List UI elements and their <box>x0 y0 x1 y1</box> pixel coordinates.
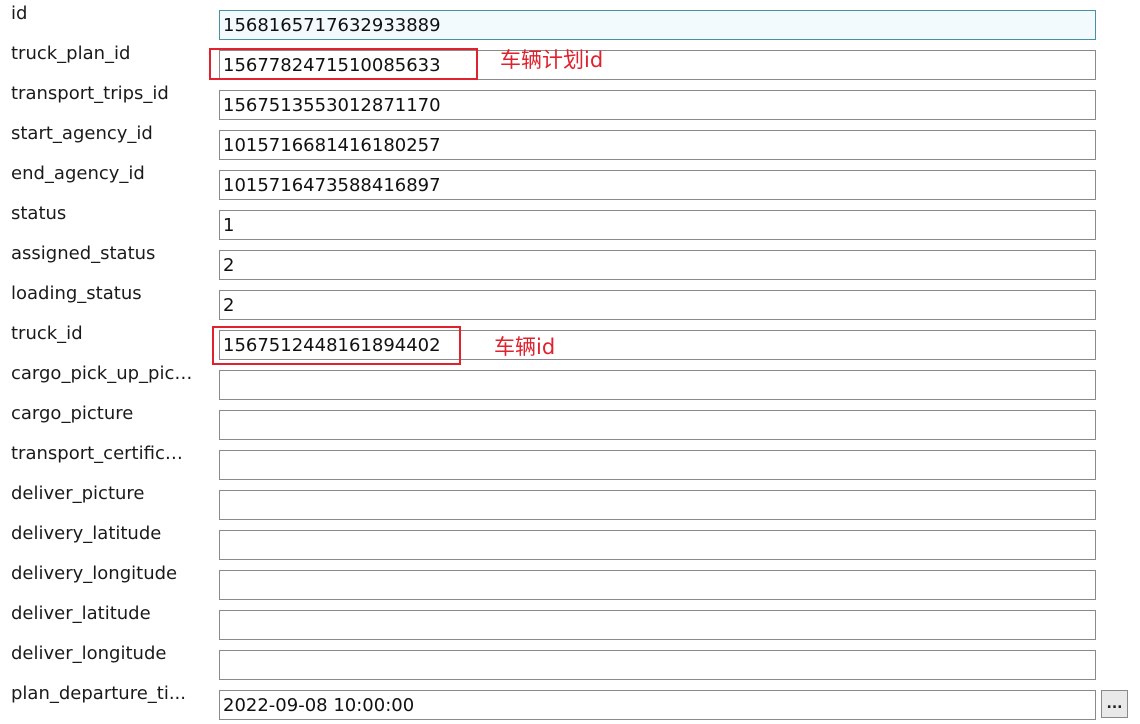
delivery-latitude-input[interactable] <box>219 530 1096 560</box>
field-label: deliver_latitude <box>11 603 151 624</box>
field-row-truck-id: truck_id <box>0 320 1140 360</box>
field-row-delivery-latitude: delivery_latitude <box>0 520 1140 560</box>
field-label: end_agency_id <box>11 163 145 184</box>
field-label: status <box>11 203 67 224</box>
field-row-cargo-pick-up-picture: cargo_pick_up_pict... <box>0 360 1140 400</box>
field-label: start_agency_id <box>11 123 153 144</box>
deliver-longitude-input[interactable] <box>219 650 1096 680</box>
status-input[interactable] <box>219 210 1096 240</box>
truck-plan-id-input[interactable] <box>219 50 1096 80</box>
deliver-picture-input[interactable] <box>219 490 1096 520</box>
field-row-deliver-longitude: deliver_longitude <box>0 640 1140 680</box>
field-label: cargo_pick_up_pict... <box>11 363 193 384</box>
loading-status-input[interactable] <box>219 290 1096 320</box>
truck-id-input[interactable] <box>219 330 1096 360</box>
record-form: id truck_plan_id transport_trips_id star… <box>0 0 1140 724</box>
field-label: transport_certificate <box>11 443 193 464</box>
field-label: id <box>11 3 28 24</box>
field-label: loading_status <box>11 283 142 304</box>
field-label: truck_id <box>11 323 83 344</box>
field-row-plan-departure-time: plan_departure_ti... ... <box>0 680 1140 720</box>
field-row-deliver-picture: deliver_picture <box>0 480 1140 520</box>
field-row-transport-trips-id: transport_trips_id <box>0 80 1140 120</box>
field-row-end-agency-id: end_agency_id <box>0 160 1140 200</box>
cargo-picture-input[interactable] <box>219 410 1096 440</box>
field-label: cargo_picture <box>11 403 134 424</box>
id-input[interactable] <box>219 10 1096 40</box>
end-agency-id-input[interactable] <box>219 170 1096 200</box>
transport-certificate-input[interactable] <box>219 450 1096 480</box>
annotation-truck-id: 车辆id <box>494 335 556 359</box>
field-label: delivery_latitude <box>11 523 162 544</box>
field-row-id: id <box>0 0 1140 40</box>
start-agency-id-input[interactable] <box>219 130 1096 160</box>
field-row-transport-certificate: transport_certificate <box>0 440 1140 480</box>
field-row-delivery-longitude: delivery_longitude <box>0 560 1140 600</box>
field-row-deliver-latitude: deliver_latitude <box>0 600 1140 640</box>
field-row-assigned-status: assigned_status <box>0 240 1140 280</box>
cargo-pick-up-picture-input[interactable] <box>219 370 1096 400</box>
field-label: plan_departure_ti... <box>11 683 186 704</box>
field-label: truck_plan_id <box>11 43 131 64</box>
field-label: deliver_longitude <box>11 643 167 664</box>
delivery-longitude-input[interactable] <box>219 570 1096 600</box>
assigned-status-input[interactable] <box>219 250 1096 280</box>
annotation-truck-plan-id: 车辆计划id <box>500 48 604 72</box>
field-row-cargo-picture: cargo_picture <box>0 400 1140 440</box>
field-row-status: status <box>0 200 1140 240</box>
field-label: assigned_status <box>11 243 156 264</box>
field-row-loading-status: loading_status <box>0 280 1140 320</box>
field-row-start-agency-id: start_agency_id <box>0 120 1140 160</box>
datetime-picker-button[interactable]: ... <box>1101 690 1128 718</box>
field-label: transport_trips_id <box>11 83 169 104</box>
field-label: deliver_picture <box>11 483 145 504</box>
transport-trips-id-input[interactable] <box>219 90 1096 120</box>
deliver-latitude-input[interactable] <box>219 610 1096 640</box>
plan-departure-time-input[interactable] <box>219 690 1096 720</box>
field-label: delivery_longitude <box>11 563 178 584</box>
